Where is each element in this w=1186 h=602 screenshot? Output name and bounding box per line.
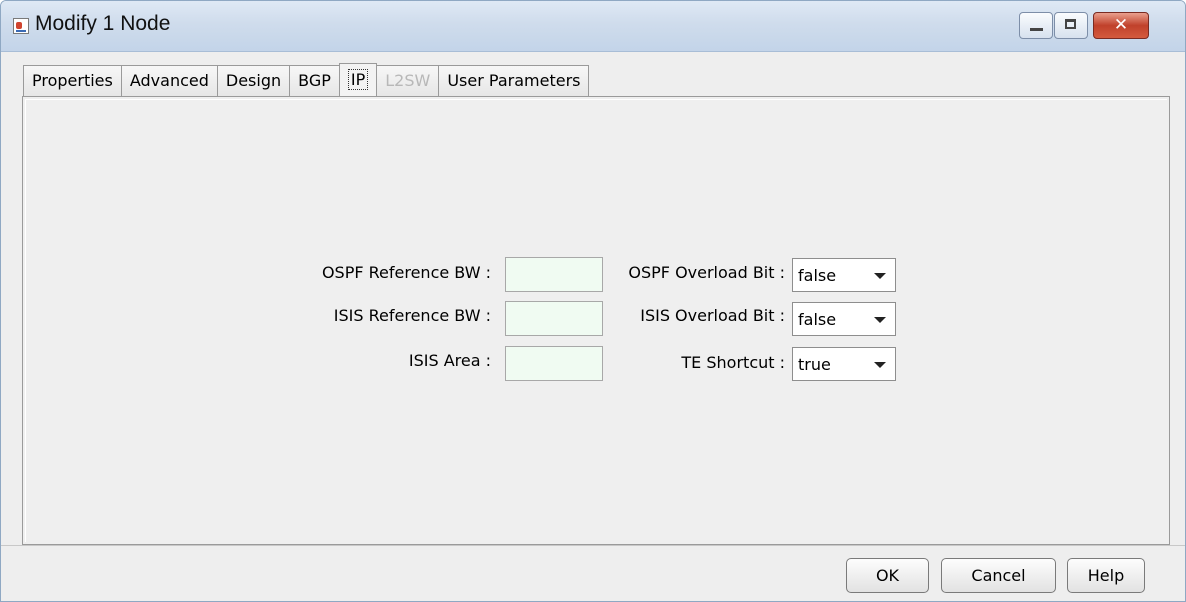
dropdown-arrow-icon	[874, 317, 886, 323]
ospf-overload-bit-label: OSPF Overload Bit :	[628, 263, 785, 282]
tab-bgp[interactable]: BGP	[289, 65, 340, 96]
te-shortcut-label: TE Shortcut :	[681, 353, 785, 372]
tab-strip: Properties Advanced Design BGP IP L2SW U…	[23, 63, 590, 97]
isis-area-label: ISIS Area :	[408, 351, 491, 370]
ospf-overload-bit-select[interactable]: false	[792, 258, 896, 292]
minimize-button[interactable]	[1019, 12, 1053, 39]
cancel-button[interactable]: Cancel	[941, 558, 1056, 593]
tab-ip[interactable]: IP	[338, 63, 378, 96]
isis-overload-bit-select[interactable]: false	[792, 302, 896, 336]
title-bar[interactable]: Modify 1 Node ✕	[1, 1, 1185, 52]
tab-properties[interactable]: Properties	[23, 65, 122, 96]
isis-reference-bw-input[interactable]	[505, 301, 603, 336]
isis-reference-bw-label: ISIS Reference BW :	[333, 306, 491, 325]
ospf-overload-bit-value: false	[798, 266, 837, 285]
tab-advanced[interactable]: Advanced	[120, 65, 218, 96]
dropdown-arrow-icon	[874, 362, 886, 368]
maximize-icon	[1065, 19, 1076, 29]
tab-user-parameters[interactable]: User Parameters	[438, 65, 590, 96]
java-app-icon	[13, 18, 29, 34]
isis-overload-bit-value: false	[798, 310, 837, 329]
dropdown-arrow-icon	[874, 273, 886, 279]
window-title: Modify 1 Node	[35, 12, 171, 35]
te-shortcut-value: true	[798, 355, 831, 374]
modify-node-dialog: Modify 1 Node ✕ Properties Advanced Desi…	[0, 0, 1186, 602]
isis-area-input[interactable]	[505, 346, 603, 381]
ospf-reference-bw-label: OSPF Reference BW :	[321, 263, 491, 282]
close-icon: ✕	[1113, 15, 1129, 35]
minimize-icon	[1030, 28, 1043, 31]
ospf-reference-bw-input[interactable]	[505, 257, 603, 292]
isis-overload-bit-label: ISIS Overload Bit :	[640, 306, 785, 325]
tab-design[interactable]: Design	[216, 65, 291, 96]
maximize-button[interactable]	[1054, 12, 1088, 39]
button-bar-separator	[1, 545, 1185, 546]
tab-ip-label: IP	[347, 69, 369, 90]
te-shortcut-select[interactable]: true	[792, 347, 896, 381]
ok-button[interactable]: OK	[846, 558, 929, 593]
tab-l2sw: L2SW	[376, 65, 440, 96]
help-button[interactable]: Help	[1067, 558, 1145, 593]
close-button[interactable]: ✕	[1093, 12, 1149, 39]
